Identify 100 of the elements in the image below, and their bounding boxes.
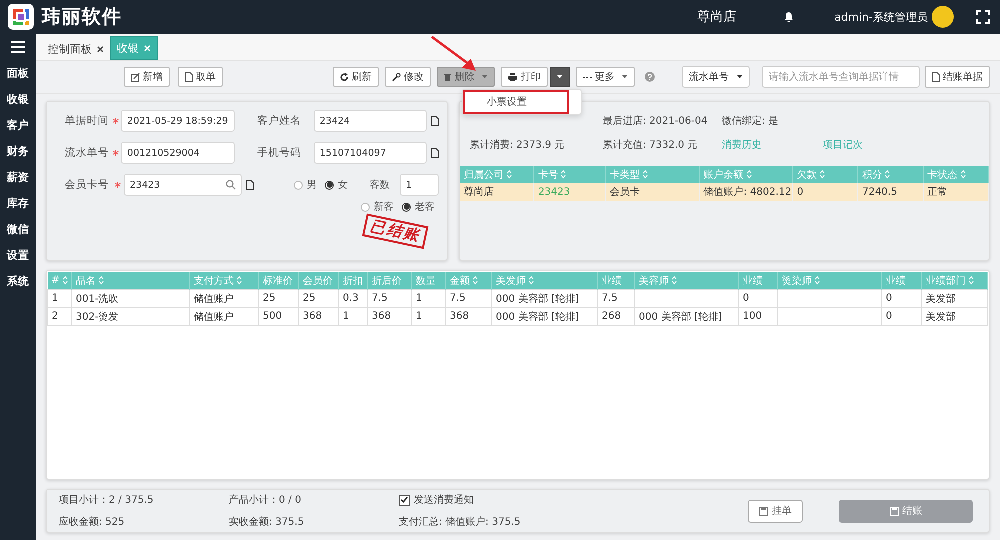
- save-icon: [759, 506, 768, 516]
- document-icon[interactable]: [246, 180, 254, 190]
- table-cell: 正常: [923, 183, 988, 201]
- table-cell: 0: [738, 290, 778, 308]
- checkout-button: 结账: [839, 500, 973, 522]
- table-cell: 000 美容部 [轮排]: [634, 308, 738, 326]
- table-cell: 25: [258, 290, 298, 308]
- input-field[interactable]: 2021-05-29 18:59:29: [121, 110, 235, 132]
- search-type-select[interactable]: 流水单号: [682, 66, 750, 88]
- tab[interactable]: 控制面板: [42, 38, 110, 60]
- fullscreen-icon[interactable]: [976, 10, 990, 24]
- table-cell: 302-烫发: [72, 308, 190, 326]
- column-header: 折扣: [338, 272, 368, 290]
- sort-icon: [746, 170, 752, 179]
- document-icon[interactable]: [431, 116, 440, 126]
- sort-icon: [62, 276, 68, 285]
- menu-icon[interactable]: [11, 41, 25, 53]
- table-cell: 储值账户: 4802.12: [699, 183, 793, 201]
- table-cell: 500: [258, 308, 298, 326]
- sort-icon: [643, 170, 648, 179]
- radio-button[interactable]: [325, 180, 334, 190]
- radio-label: 男: [307, 179, 317, 192]
- caret-icon: [557, 75, 563, 79]
- user-name[interactable]: admin-系统管理员: [834, 10, 928, 24]
- info-text: 累计充值: 7332.0 元: [603, 138, 699, 153]
- sort-icon: [960, 170, 966, 179]
- table-cell: 1: [412, 308, 446, 326]
- table-cell: 268: [598, 308, 634, 326]
- sidebar-item[interactable]: 设置: [0, 243, 36, 269]
- checkbox-label: 发送消费通知: [414, 494, 474, 507]
- sidebar-item[interactable]: 库存: [0, 191, 36, 217]
- table-cell: 25: [298, 290, 338, 308]
- table-cell: 储值账户: [190, 290, 258, 308]
- field-label: 手机号码: [257, 146, 302, 160]
- sidebar-item[interactable]: 面板: [0, 61, 36, 87]
- sidebar-item[interactable]: 薪资: [0, 165, 36, 191]
- table-cell: 100: [738, 308, 778, 326]
- document-icon: [185, 72, 193, 82]
- table-cell: 368: [446, 308, 492, 326]
- sort-icon: [672, 276, 677, 285]
- table-cell: 368: [368, 308, 412, 326]
- retrieve-button[interactable]: 取单: [178, 67, 223, 87]
- column-header: 业绩: [738, 272, 778, 290]
- search-icon[interactable]: [226, 180, 236, 190]
- table-cell: 0.3: [338, 290, 368, 308]
- summary-text: 应收金额: 525: [59, 516, 126, 529]
- toolbar-button[interactable]: 刷新: [333, 67, 379, 87]
- app-name: 玮丽软件: [42, 5, 122, 30]
- table-cell: 000 美容部 [轮排]: [492, 308, 598, 326]
- help-icon[interactable]: [645, 72, 655, 82]
- table-cell: 7240.5: [858, 183, 924, 201]
- column-header: 折后价: [368, 272, 412, 290]
- toolbar-button[interactable]: 删除: [437, 67, 495, 87]
- radio-button[interactable]: [294, 180, 303, 190]
- input-field[interactable]: 23424: [314, 110, 428, 132]
- sort-icon: [99, 276, 104, 285]
- toolbar-button[interactable]: 打印: [501, 67, 548, 87]
- table-cell: 7.5: [446, 290, 492, 308]
- sidebar-item[interactable]: 系统: [0, 269, 36, 295]
- sidebar-item[interactable]: 微信: [0, 217, 36, 243]
- bell-icon[interactable]: [784, 12, 794, 22]
- info-text: 累计消费: 2373.9 元: [470, 138, 566, 153]
- input-field[interactable]: 001210529004: [121, 142, 235, 164]
- input-field[interactable]: 23423: [124, 174, 242, 196]
- field-label: 会员卡号: [65, 178, 110, 192]
- printer-icon: [508, 72, 518, 82]
- edit-icon: [131, 72, 140, 82]
- radio-label: 老客: [415, 200, 435, 214]
- input-field[interactable]: 15107104097: [314, 142, 428, 164]
- input-field[interactable]: 1: [400, 174, 439, 196]
- sort-icon: [969, 276, 974, 285]
- menu-item[interactable]: 小票设置: [463, 90, 569, 114]
- checkbox[interactable]: [399, 494, 410, 506]
- summary-text: 项目小计：2 / 375.5: [59, 494, 155, 507]
- avatar: [932, 6, 954, 28]
- sidebar-item[interactable]: 财务: [0, 139, 36, 165]
- table-cell: 2: [48, 308, 72, 326]
- sidebar-item[interactable]: 收银: [0, 87, 36, 113]
- field-label: 客数: [370, 178, 390, 192]
- store-name: 尊尚店: [698, 9, 737, 26]
- table-cell: 0: [882, 290, 922, 308]
- toolbar-button[interactable]: 修改: [385, 67, 431, 87]
- search-field[interactable]: 请输入流水单号查询单据详情: [762, 66, 920, 88]
- summary-text: 支付汇总: 储值账户: 375.5: [399, 516, 522, 529]
- hold-button[interactable]: 挂单: [748, 500, 803, 522]
- sidebar-item[interactable]: 客户: [0, 113, 36, 139]
- document-icon[interactable]: [431, 148, 440, 158]
- document-icon: [932, 72, 940, 82]
- radio-button[interactable]: [361, 202, 370, 212]
- table-row[interactable]: 尊尚店 23423 会员卡 储值账户: 4802.12 0 7240.5 正常: [460, 183, 988, 201]
- column-header: 标准价: [258, 272, 298, 290]
- dropdown-toggle[interactable]: [550, 67, 570, 87]
- radio-button[interactable]: [402, 202, 411, 212]
- new-button[interactable]: 新增: [124, 67, 170, 87]
- refresh-icon: [340, 72, 349, 82]
- close-icon[interactable]: [97, 46, 104, 52]
- checkout-records-button[interactable]: 结账单据: [925, 66, 990, 88]
- sort-icon: [820, 170, 826, 179]
- toolbar-button[interactable]: 更多: [576, 67, 635, 87]
- table-cell: 储值账户: [190, 308, 258, 326]
